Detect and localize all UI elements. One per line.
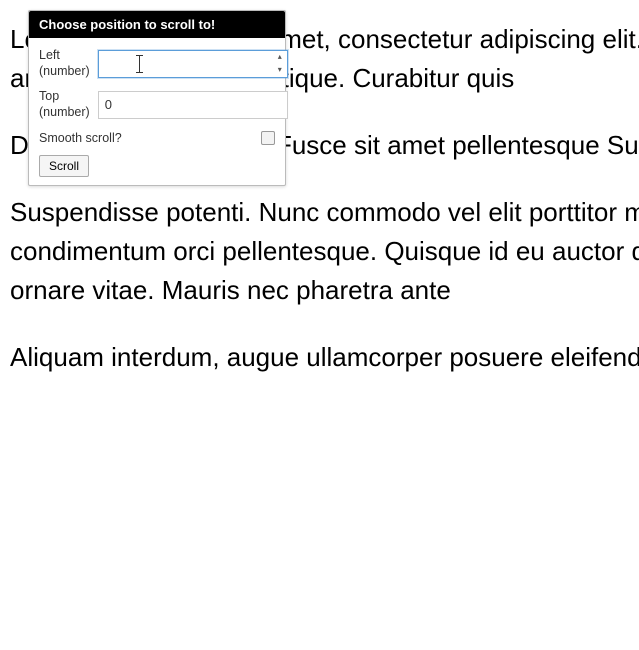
popup-body: Left (number) ▴ ▾ Top (number) Smooth sc…: [29, 38, 285, 185]
scroll-position-popup: Choose position to scroll to! Left (numb…: [28, 10, 286, 186]
smooth-scroll-label: Smooth scroll?: [39, 131, 122, 145]
scroll-button[interactable]: Scroll: [39, 155, 89, 177]
top-input[interactable]: [98, 91, 288, 119]
left-input-wrap: ▴ ▾: [98, 50, 288, 78]
popup-title: Choose position to scroll to!: [29, 11, 285, 38]
left-field-row: Left (number) ▴ ▾: [39, 48, 275, 79]
left-label: Left (number): [39, 48, 90, 79]
smooth-scroll-checkbox[interactable]: [261, 131, 275, 145]
top-field-row: Top (number): [39, 89, 275, 120]
paragraph-3: Suspendisse potenti. Nunc commodo vel el…: [10, 193, 639, 310]
smooth-scroll-row: Smooth scroll?: [39, 131, 275, 145]
paragraph-4: Aliquam interdum, augue ullamcorper posu…: [10, 338, 639, 377]
top-label: Top (number): [39, 89, 90, 120]
left-input[interactable]: [98, 50, 288, 78]
